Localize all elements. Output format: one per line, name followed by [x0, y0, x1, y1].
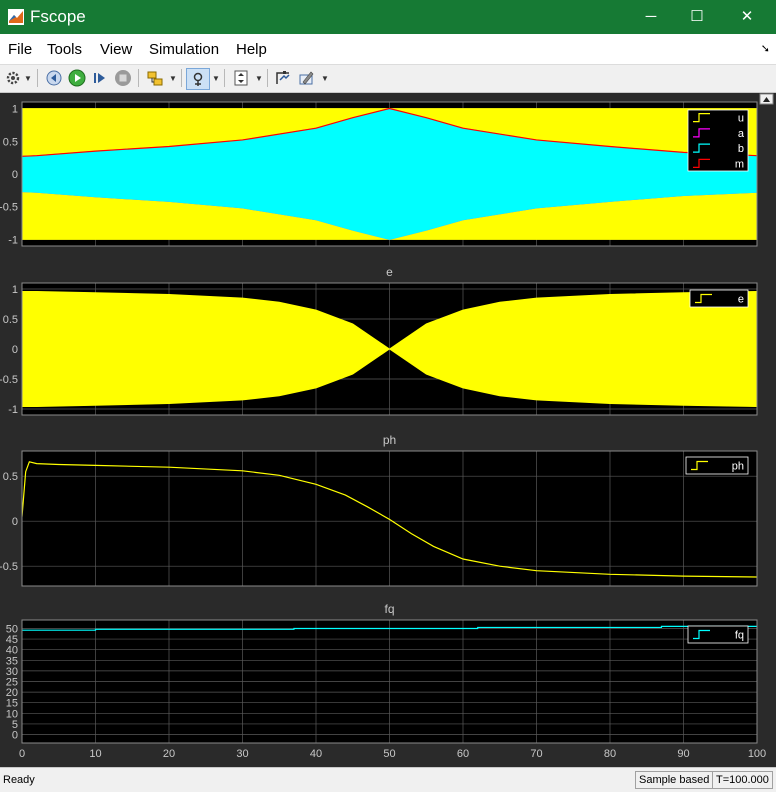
axes-4: fq051015202530354045500 10 20 30 40 50 60 70 80 9…	[6, 602, 766, 760]
ytick-label: 1	[12, 104, 18, 116]
legend-label-e: e	[738, 294, 744, 306]
xtick-label: 40	[310, 748, 322, 760]
xtick-label: 100	[748, 748, 766, 760]
menu-simulation[interactable]: Simulation	[149, 41, 219, 58]
toolbar-separator	[181, 69, 182, 87]
plot-series	[22, 107, 757, 240]
ytick-label: 45	[6, 634, 18, 646]
xtick-label: 60	[457, 748, 469, 760]
toolbar-separator	[267, 69, 268, 87]
legend: ph	[685, 456, 749, 475]
ytick-label: 30	[6, 666, 18, 678]
status-bar: Ready Sample based T=100.000	[0, 767, 776, 792]
ytick-label: 10	[6, 708, 18, 720]
highlight-dropdown-arrow-icon[interactable]: ▼	[169, 74, 177, 83]
scope-figure: -1-0.500.51uabme-1-0.500.51eph-0.500.5ph…	[0, 93, 776, 767]
ytick-label: 0.5	[3, 314, 18, 326]
legend-label-a: a	[738, 128, 745, 140]
xtick-label: 90	[677, 748, 689, 760]
title-bar: Fscope ─ ☐ ✕	[0, 0, 776, 34]
axes-title: fq	[384, 602, 394, 616]
legend-label-m: m	[735, 158, 744, 170]
maximize-button[interactable]: ☐	[674, 0, 720, 34]
signal-statistics-icon[interactable]	[297, 68, 317, 88]
window-title: Fscope	[30, 7, 86, 26]
gear-dropdown-arrow-icon[interactable]: ▼	[24, 74, 32, 83]
menu-help[interactable]: Help	[236, 41, 267, 58]
ytick-label: 5	[12, 719, 18, 731]
toolbar: ▼ ▼ ▼ ▼ ▼	[0, 64, 776, 93]
axes-1: -1 -0.5 0 0.5 1 uabm	[0, 101, 758, 247]
legend: fq	[687, 625, 749, 644]
legend-label-fq: fq	[735, 630, 744, 642]
ytick-label: -1	[8, 234, 18, 246]
ytick-label: -0.5	[0, 374, 18, 386]
ytick-label: 0	[12, 730, 18, 742]
highlight-block-icon[interactable]	[145, 68, 165, 88]
matlab-logo-icon	[8, 9, 24, 25]
axes-title: ph	[383, 433, 396, 447]
menu-tools[interactable]: Tools	[47, 41, 82, 58]
toolbar-separator	[224, 69, 225, 87]
statistics-dropdown-arrow-icon[interactable]: ▼	[321, 74, 329, 83]
toolbar-separator	[138, 69, 139, 87]
status-time: T=100.000	[712, 771, 773, 789]
ytick-label: 25	[6, 677, 18, 689]
toolbar-separator	[37, 69, 38, 87]
cursor-measure-icon[interactable]	[273, 68, 293, 88]
ytick-label: 50	[6, 623, 18, 635]
ytick-label: 0	[12, 344, 18, 356]
zoom-dropdown-arrow-icon[interactable]: ▼	[212, 74, 220, 83]
xtick-label: 30	[236, 748, 248, 760]
status-sample-mode: Sample based	[635, 771, 714, 789]
autoscale-icon[interactable]	[231, 68, 251, 88]
xtick-label: 70	[530, 748, 542, 760]
gear-icon[interactable]	[4, 68, 22, 88]
minimize-button[interactable]: ─	[628, 0, 674, 34]
ytick-label: -0.5	[0, 561, 18, 573]
close-button[interactable]: ✕	[724, 0, 770, 34]
legend: uabm	[687, 109, 749, 172]
xtick-label: 0	[19, 748, 25, 760]
axes-2: e -1 -0.5 0 0.5 1 e	[0, 265, 758, 416]
legend-label-ph: ph	[732, 461, 744, 473]
ytick-label: 0	[12, 169, 18, 181]
step-back-icon[interactable]	[44, 68, 64, 88]
xtick-label: 80	[604, 748, 616, 760]
ytick-label: 20	[6, 687, 18, 699]
ytick-label: 0	[12, 516, 18, 528]
ytick-label: 1	[12, 284, 18, 296]
xtick-label: 50	[383, 748, 395, 760]
ytick-label: -0.5	[0, 202, 18, 214]
run-icon[interactable]	[67, 68, 87, 88]
menu-file[interactable]: File	[8, 41, 32, 58]
ytick-label: 35	[6, 655, 18, 667]
zoom-icon[interactable]	[186, 68, 210, 90]
ytick-label: 0.5	[3, 471, 18, 483]
ytick-label: 40	[6, 645, 18, 657]
menu-bar: File Tools View Simulation Help ➘	[0, 34, 776, 64]
ytick-label: -1	[8, 404, 18, 416]
xtick-label: 10	[89, 748, 101, 760]
ytick-label: 15	[6, 698, 18, 710]
legend-label-b: b	[738, 143, 744, 155]
legend: e	[689, 289, 749, 308]
autoscale-dropdown-arrow-icon[interactable]: ▼	[255, 74, 263, 83]
legend-label-u: u	[738, 113, 744, 125]
ytick-label: 0.5	[3, 136, 18, 148]
xtick-label: 20	[163, 748, 175, 760]
status-ready: Ready	[3, 774, 35, 786]
menu-view[interactable]: View	[100, 41, 132, 58]
step-forward-icon[interactable]	[90, 68, 110, 88]
stop-icon[interactable]	[113, 68, 133, 88]
axes-title: e	[386, 265, 393, 279]
undock-button[interactable]	[759, 93, 774, 105]
axes-3: ph -0.5 0 0.5 ph	[0, 433, 758, 587]
menu-dock-arrow-icon[interactable]: ➘	[761, 42, 770, 55]
